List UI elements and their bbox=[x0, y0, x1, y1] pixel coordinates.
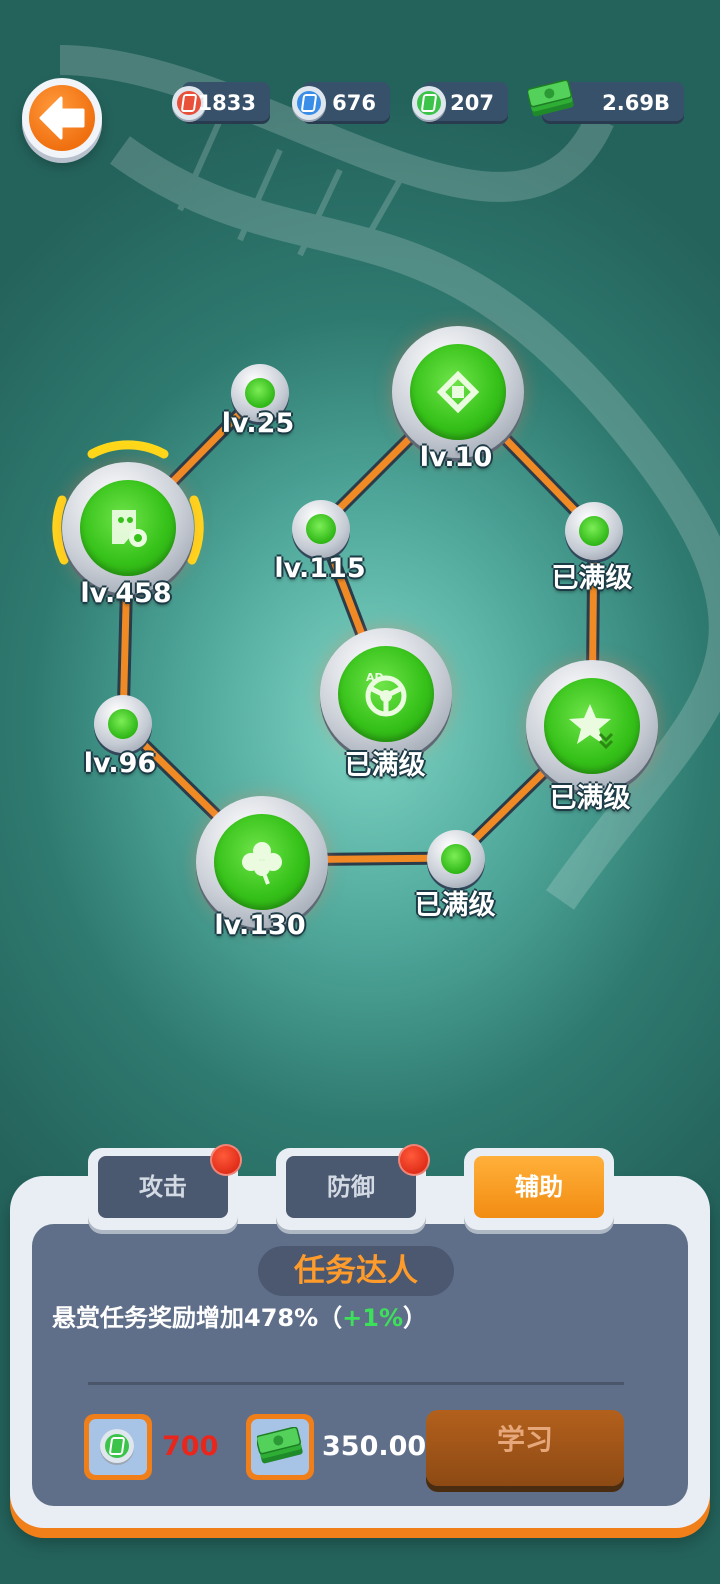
node-level-label: lv.96 bbox=[83, 748, 157, 779]
cash-icon bbox=[257, 1427, 303, 1464]
desc-text-end: ） bbox=[403, 1304, 428, 1332]
skill-node-n3[interactable] bbox=[94, 695, 152, 753]
tab-label: 防御 bbox=[286, 1156, 416, 1218]
divider bbox=[88, 1382, 624, 1385]
skill-node-n9[interactable] bbox=[292, 500, 350, 558]
svg-text:AD: AD bbox=[366, 671, 384, 684]
skill-name: 任务达人 bbox=[258, 1246, 454, 1296]
cost-slot-cash bbox=[246, 1414, 314, 1480]
node-level-label: 已满级 bbox=[414, 890, 496, 921]
skill-node-n4[interactable] bbox=[196, 796, 328, 928]
tab-defense[interactable]: 防御 bbox=[276, 1144, 430, 1230]
skill-node-n7[interactable] bbox=[565, 502, 623, 560]
clover-icon bbox=[242, 842, 282, 885]
skill-node-n8[interactable] bbox=[392, 326, 524, 458]
learn-button[interactable]: 学习 bbox=[426, 1410, 624, 1486]
tab-label: 攻击 bbox=[98, 1156, 228, 1218]
desc-bonus: +1% bbox=[342, 1304, 404, 1332]
skill-node-n6[interactable] bbox=[526, 660, 658, 792]
notification-dot bbox=[210, 1144, 242, 1176]
tab-attack[interactable]: 攻击 bbox=[88, 1144, 242, 1230]
skill-description: 悬赏任务奖励增加478%（+1%） bbox=[52, 1300, 427, 1336]
notification-dot bbox=[398, 1144, 430, 1176]
skill-node-n10[interactable]: AD bbox=[320, 628, 452, 760]
ad-wheel-icon: AD bbox=[365, 671, 407, 717]
skill-node-n5[interactable] bbox=[427, 830, 485, 888]
node-level-label: lv.458 bbox=[80, 578, 172, 609]
tab-support[interactable]: 辅助 bbox=[464, 1148, 614, 1230]
target-user-icon bbox=[112, 510, 147, 547]
desc-text: 悬赏任务奖励增加478%（ bbox=[52, 1304, 343, 1332]
node-level-label: 已满级 bbox=[551, 563, 633, 594]
tab-label: 辅助 bbox=[474, 1156, 604, 1218]
skill-node-n2[interactable] bbox=[62, 462, 194, 594]
node-level-label: lv.115 bbox=[274, 553, 366, 584]
node-level-label: lv.25 bbox=[221, 408, 295, 439]
cost-slot-gem bbox=[84, 1414, 152, 1480]
green-gem-icon bbox=[100, 1429, 134, 1463]
node-level-label: 已满级 bbox=[549, 783, 631, 814]
node-level-label: lv.10 bbox=[419, 442, 493, 473]
node-level-label: lv.130 bbox=[214, 910, 306, 941]
star-down-icon bbox=[569, 704, 614, 750]
node-level-label: 已满级 bbox=[344, 750, 426, 781]
diamond-square-icon bbox=[436, 370, 480, 414]
gem-cost: 700 bbox=[162, 1431, 219, 1462]
